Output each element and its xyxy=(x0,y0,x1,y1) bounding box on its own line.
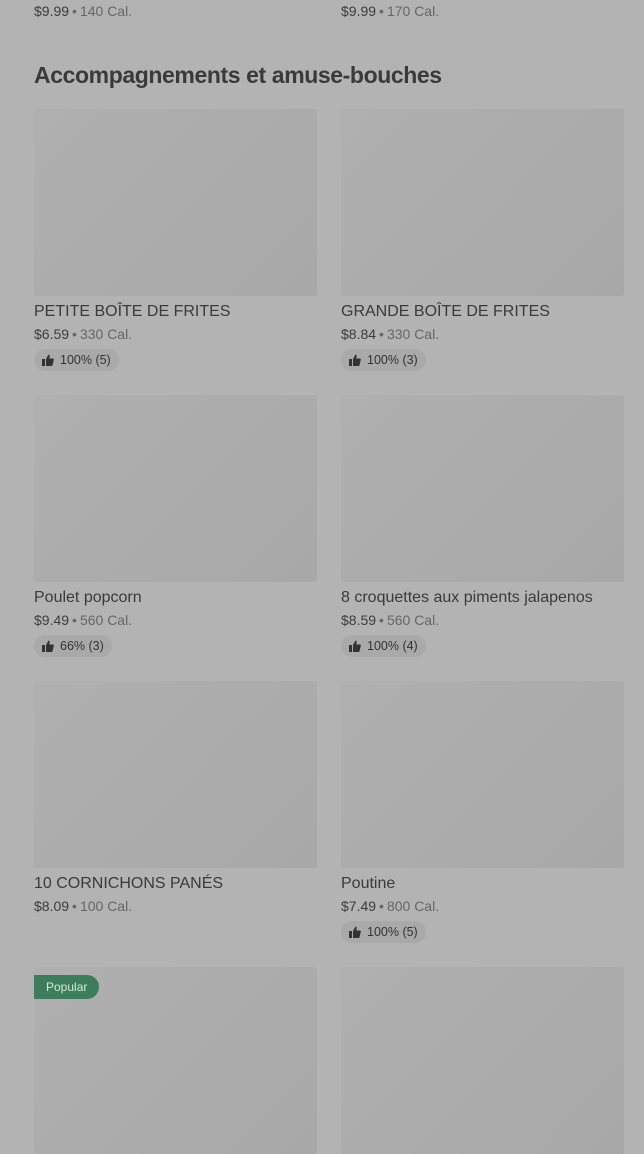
item-meta: $9.99 • 140 Cal. xyxy=(34,3,132,19)
thumbs-up-icon xyxy=(42,640,54,652)
separator: • xyxy=(379,326,384,342)
item-price: $7.49 xyxy=(341,898,377,914)
popular-badge: Popular xyxy=(34,975,100,999)
item-name: GRANDE BOÎTE DE FRITES xyxy=(341,303,550,320)
separator: • xyxy=(379,3,384,19)
rating-pill: 100% (5) xyxy=(34,349,119,371)
rating-text: 66% (3) xyxy=(60,639,104,653)
rating-pill: 100% (5) xyxy=(341,921,426,943)
item-meta: $9.99 • 170 Cal. xyxy=(341,3,439,19)
item-price: $8.84 xyxy=(341,326,377,342)
thumbs-up-icon xyxy=(349,354,361,366)
menu-item-card[interactable]: Poutine $7.49 • 800 Cal. 100% (5) xyxy=(341,681,624,943)
separator: • xyxy=(72,612,77,628)
rating-pill: 100% (3) xyxy=(341,349,426,371)
separator: • xyxy=(379,612,384,628)
item-calories: 330 Cal. xyxy=(386,326,440,342)
section-title: Accompagnements et amuse-bouches xyxy=(34,62,442,88)
item-image xyxy=(341,395,624,582)
item-name: Poulet popcorn xyxy=(34,589,142,606)
item-meta: $8.59 • 560 Cal. xyxy=(341,612,624,628)
item-calories: 330 Cal. xyxy=(79,326,133,342)
item-price: $9.99 xyxy=(341,3,377,19)
item-calories: 100 Cal. xyxy=(79,898,133,914)
rating-text: 100% (3) xyxy=(367,353,418,367)
item-price: $8.09 xyxy=(34,898,70,914)
thumbs-up-icon xyxy=(349,926,361,938)
item-image: Popular xyxy=(34,967,317,1154)
item-price: $9.99 xyxy=(34,3,70,19)
item-name: Poutine xyxy=(341,875,396,892)
menu-item-card[interactable]: Poulet popcorn $9.49 • 560 Cal. 66% (3) xyxy=(34,395,317,657)
rating-text: 100% (5) xyxy=(367,925,418,939)
item-meta: $8.09 • 100 Cal. xyxy=(34,898,317,914)
item-meta: $6.59 • 330 Cal. xyxy=(34,326,317,342)
separator: • xyxy=(72,3,77,19)
item-image xyxy=(341,109,624,296)
rating-text: 100% (5) xyxy=(60,353,111,367)
rating-pill: 66% (3) xyxy=(34,635,112,657)
item-meta: $9.49 • 560 Cal. xyxy=(34,612,317,628)
thumbs-up-icon xyxy=(42,354,54,366)
item-name: PETITE BOÎTE DE FRITES xyxy=(34,303,231,320)
rating-pill: 100% (4) xyxy=(341,635,426,657)
separator: • xyxy=(72,898,77,914)
menu-item-card[interactable]: Popular xyxy=(34,967,317,1154)
item-image xyxy=(341,967,624,1154)
item-price: $9.49 xyxy=(34,612,70,628)
item-image xyxy=(341,681,624,868)
item-calories: 170 Cal. xyxy=(386,3,440,19)
item-calories: 800 Cal. xyxy=(386,898,440,914)
item-calories: 560 Cal. xyxy=(386,612,440,628)
item-image xyxy=(34,109,317,296)
top-row: $9.99 • 140 Cal. $9.99 • 170 Cal. xyxy=(34,0,644,24)
menu-item-card[interactable] xyxy=(341,967,624,1154)
separator: • xyxy=(72,326,77,342)
menu-item-card[interactable]: GRANDE BOÎTE DE FRITES $8.84 • 330 Cal. 10… xyxy=(341,109,624,371)
item-calories: 140 Cal. xyxy=(79,3,133,19)
item-calories: 560 Cal. xyxy=(79,612,133,628)
rating-text: 100% (4) xyxy=(367,639,418,653)
item-price: $8.59 xyxy=(341,612,377,628)
item-image xyxy=(34,395,317,582)
item-name: 8 croquettes aux piments jalapenos xyxy=(341,589,593,606)
menu-item-card[interactable]: PETITE BOÎTE DE FRITES $6.59 • 330 Cal. 10… xyxy=(34,109,317,371)
item-meta: $8.84 • 330 Cal. xyxy=(341,326,624,342)
menu-item-card[interactable]: 8 croquettes aux piments jalapenos $8.59… xyxy=(341,395,624,657)
item-meta: $7.49 • 800 Cal. xyxy=(341,898,624,914)
thumbs-up-icon xyxy=(349,640,361,652)
menu-item-card[interactable]: 10 CORNICHONS PANÉS $8.09 • 100 Cal. xyxy=(34,681,317,914)
item-name: 10 CORNICHONS PANÉS xyxy=(34,875,224,892)
item-image xyxy=(34,681,317,868)
item-price: $6.59 xyxy=(34,326,70,342)
separator: • xyxy=(379,898,384,914)
